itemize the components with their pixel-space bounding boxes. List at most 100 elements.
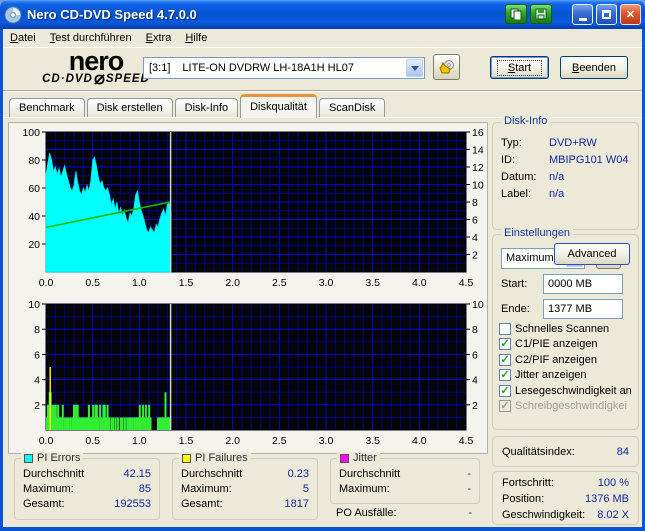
checkbox-label: C2/PIF anzeigen — [515, 353, 597, 366]
hand-eject-icon — [439, 59, 454, 73]
cd-disc-icon — [4, 6, 22, 23]
checkbox-checked-icon[interactable]: ✓ — [499, 384, 511, 397]
svg-text:2.5: 2.5 — [272, 277, 287, 289]
svg-text:6: 6 — [472, 349, 478, 361]
disk-id-row: ID: MBIPG101 W04 — [501, 154, 629, 166]
quit-button[interactable]: Beenden — [560, 56, 628, 79]
checkbox-label: Schnelles Scannen — [515, 322, 610, 335]
start-button[interactable]: Start — [490, 56, 549, 79]
quality-index-box: Qualitätsindex: 84 — [492, 436, 639, 467]
checkbox-checked-icon[interactable]: ✓ — [499, 353, 511, 366]
window-title: Nero CD-DVD Speed 4.7.0.0 — [27, 7, 197, 22]
svg-text:14: 14 — [472, 145, 484, 157]
drive-select-dropdown-button[interactable] — [406, 59, 423, 77]
po-failures-row: PO Ausfälle: - — [336, 507, 472, 519]
app-window: Nero CD-DVD Speed 4.7.0.0 ✕ Datei Test d… — [0, 0, 645, 531]
svg-text:20: 20 — [28, 239, 40, 251]
maximize-button[interactable] — [596, 4, 617, 25]
close-icon: ✕ — [625, 9, 636, 21]
svg-text:2.0: 2.0 — [225, 277, 240, 289]
quit-button-label: Beenden — [571, 61, 617, 74]
svg-text:4.0: 4.0 — [412, 277, 427, 289]
charts-panel: 100 80 60 40 20 16 14 12 10 8 6 4 2 0.0 0.5 1.0 1.5 2.0 2.… — [8, 122, 488, 454]
pi-errors-stats: PI Errors Durchschnitt 42.15 Maximum: 85 G… — [14, 452, 160, 520]
checkbox-unchecked-icon[interactable] — [499, 322, 511, 335]
svg-text:2: 2 — [472, 250, 478, 262]
jitter-stats-title: Jitter — [353, 452, 377, 464]
svg-text:4.5: 4.5 — [459, 277, 474, 289]
svg-text:8: 8 — [34, 324, 40, 336]
checkbox-schreibgeschwindigkei: ✓ Schreibgeschwindigkei — [493, 399, 638, 415]
logo-disc-icon — [94, 73, 105, 85]
checkbox-checked-icon[interactable]: ✓ — [499, 338, 511, 351]
settings-box: Einstellungen Maximum ↻ Start: 0000 MB E… — [492, 227, 639, 430]
chevron-down-icon — [410, 65, 419, 71]
end-position-input[interactable]: 1377 MB — [543, 299, 623, 319]
copy-pages-icon[interactable] — [505, 4, 527, 24]
checkbox-c1-pie-anzeigen[interactable]: ✓ C1/PIE anzeigen — [493, 337, 638, 353]
speed-row: Geschwindigkeit: 8.02 X — [502, 509, 629, 521]
menu-extra[interactable]: Extra — [139, 30, 179, 46]
quality-index-label: Qualitätsindex: — [502, 445, 575, 458]
floppy-disk-icon[interactable] — [530, 4, 552, 24]
svg-text:2.0: 2.0 — [225, 435, 240, 447]
svg-text:2.5: 2.5 — [272, 435, 287, 447]
checkbox-checked-icon[interactable]: ✓ — [499, 369, 511, 382]
tab-scandisk[interactable]: ScanDisk — [318, 98, 386, 118]
jitter-stats: Jitter Durchschnitt - Maximum: - PO Ausfäl… — [330, 452, 480, 519]
tab-disk-erstellen[interactable]: Disk erstellen — [86, 98, 173, 118]
svg-text:10: 10 — [472, 180, 484, 192]
svg-text:0.5: 0.5 — [85, 277, 100, 289]
svg-text:1.0: 1.0 — [132, 277, 147, 289]
svg-text:4.5: 4.5 — [459, 435, 474, 447]
pi-failures-stats: PI Failures Durchschnitt 0.23 Maximum: 5 G… — [172, 452, 318, 520]
tab-disk-info[interactable]: Disk-Info — [174, 98, 239, 118]
menu-datei[interactable]: Datei — [3, 30, 43, 46]
svg-text:1.5: 1.5 — [179, 435, 194, 447]
svg-text:6: 6 — [34, 349, 40, 361]
scan-options-list: Schnelles Scannen ✓ C1/PIE anzeigen ✓ C2/PIF… — [493, 321, 638, 414]
checkbox-label: Lesegeschwindigkeit an — [515, 384, 632, 397]
svg-text:0.0: 0.0 — [39, 435, 54, 447]
svg-text:60: 60 — [28, 183, 40, 195]
start-position-input[interactable]: 0000 MB — [543, 274, 623, 294]
menu-test-durchfuehren[interactable]: Test durchführen — [43, 30, 139, 46]
checkbox-checked-icon: ✓ — [499, 400, 511, 413]
start-position-row: Start: 0000 MB — [493, 271, 638, 296]
advanced-button[interactable]: Advanced — [554, 243, 630, 265]
disk-type-row: Typ: DVD+RW — [501, 137, 597, 149]
disk-info-box: Disk-Info Typ: DVD+RW ID: MBIPG101 W04 Dat… — [492, 115, 639, 230]
eject-disc-button[interactable] — [433, 54, 460, 80]
pi-failures-chart: 10 8 6 4 2 10 8 6 4 2 0.0 0.5 1.0 1.5 2.0 2.5 3.0 3.5 4.0 4… — [28, 299, 484, 447]
pi-errors-stats-title: PI Errors — [37, 452, 81, 464]
disk-info-title: Disk-Info — [501, 115, 551, 127]
menu-hilfe[interactable]: Hilfe — [178, 30, 214, 46]
svg-text:1.0: 1.0 — [132, 435, 147, 447]
disk-date-row: Datum: n/a — [501, 171, 565, 183]
svg-text:3.5: 3.5 — [365, 435, 380, 447]
jitter-swatch — [340, 453, 349, 463]
quality-index-value: 84 — [616, 445, 629, 458]
tab-benchmark[interactable]: Benchmark — [9, 98, 85, 118]
pi-failures-stats-title: PI Failures — [195, 452, 248, 464]
checkbox-jitter-anzeigen[interactable]: ✓ Jitter anzeigen — [493, 368, 638, 384]
maximize-icon — [602, 10, 611, 19]
svg-text:1.5: 1.5 — [179, 277, 194, 289]
svg-text:12: 12 — [472, 162, 484, 174]
svg-text:0.0: 0.0 — [39, 277, 54, 289]
svg-text:4.0: 4.0 — [412, 435, 427, 447]
checkbox-lesegeschwindigkeit-an[interactable]: ✓ Lesegeschwindigkeit an — [493, 383, 638, 399]
checkbox-c2-pif-anzeigen[interactable]: ✓ C2/PIF anzeigen — [493, 352, 638, 368]
window-frame-bottom — [0, 527, 645, 531]
svg-text:2: 2 — [472, 400, 478, 412]
minimize-button[interactable] — [572, 4, 593, 25]
svg-text:4: 4 — [472, 375, 478, 387]
progress-box: Fortschritt: 100 % Position: 1376 MB Gesch… — [492, 471, 639, 525]
checkbox-schnelles-scannen[interactable]: Schnelles Scannen — [493, 321, 638, 337]
drive-select[interactable]: [3:1] LITE-ON DVDRW LH-18A1H HL07 — [143, 57, 425, 79]
svg-text:3.0: 3.0 — [319, 277, 334, 289]
settings-title: Einstellungen — [501, 227, 574, 239]
close-button[interactable]: ✕ — [620, 4, 641, 25]
title-bar: Nero CD-DVD Speed 4.7.0.0 ✕ — [0, 0, 645, 29]
tab-diskqualitaet[interactable]: Diskqualität — [240, 94, 317, 118]
